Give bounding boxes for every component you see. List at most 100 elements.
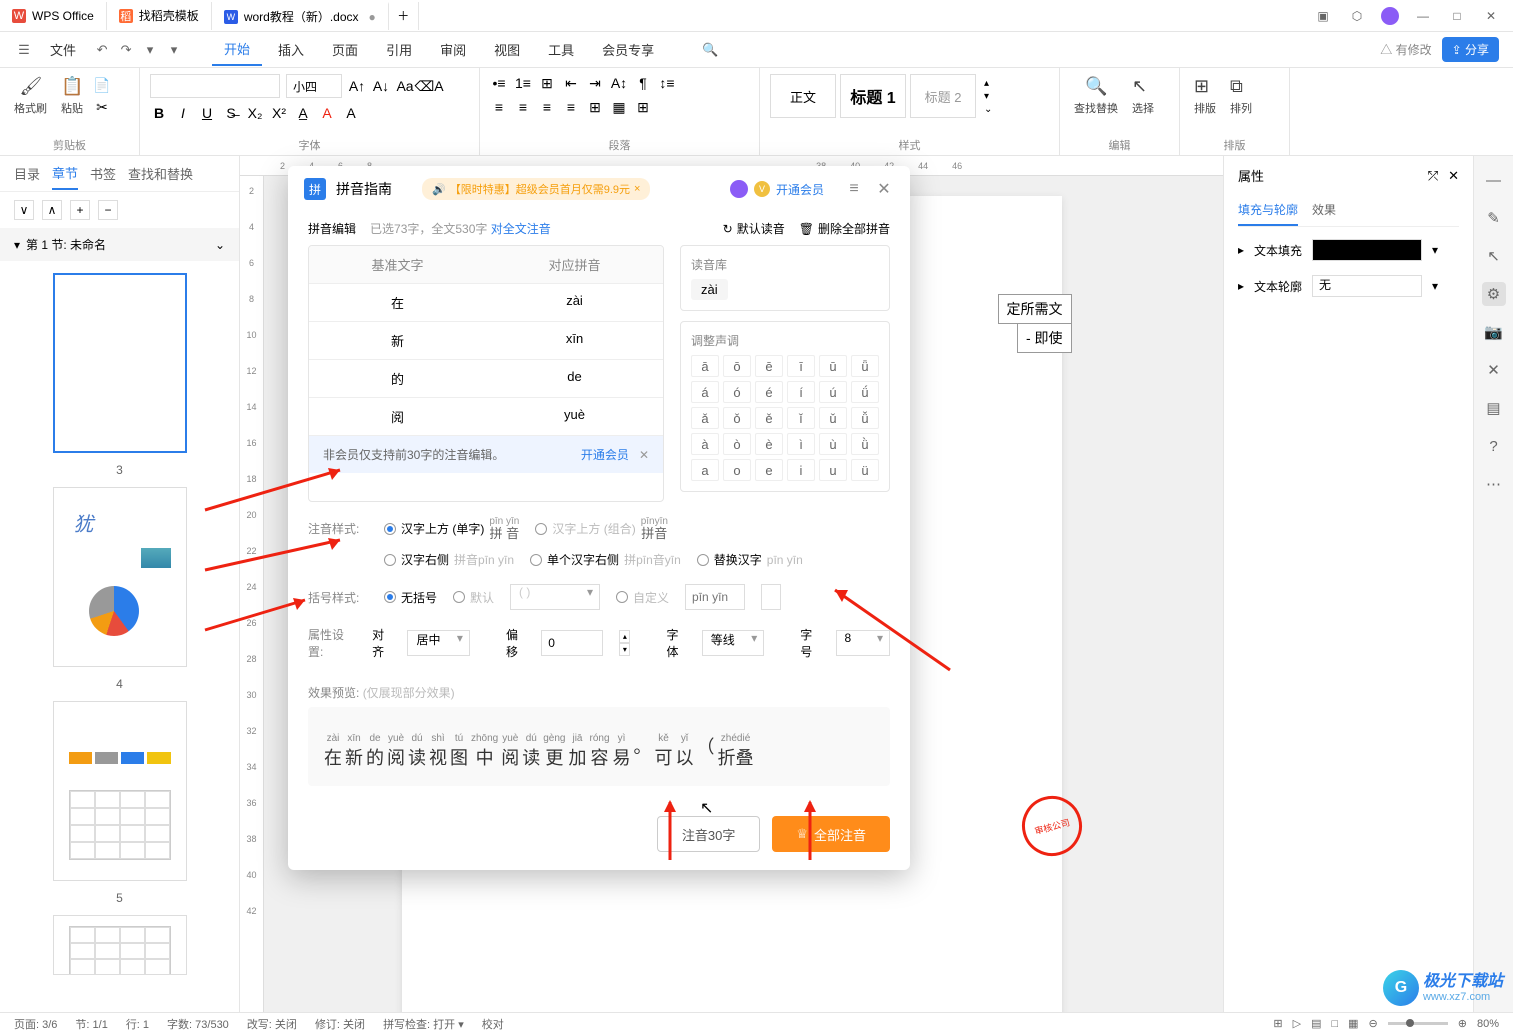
font-select[interactable]: 等线	[702, 630, 765, 656]
borders-button[interactable]: ⊞	[634, 98, 652, 116]
tone-cell[interactable]: ì	[787, 433, 815, 455]
font-size-select[interactable]	[286, 74, 342, 98]
undo-button[interactable]: ↶	[92, 40, 112, 60]
align-left-button[interactable]: ≡	[490, 98, 508, 116]
status-spell[interactable]: 拼写检查: 打开 ▾	[383, 1016, 464, 1032]
status-chars[interactable]: 字数: 73/530	[167, 1016, 229, 1032]
nav-next-button[interactable]: ∧	[42, 200, 62, 220]
align-right-button[interactable]: ≡	[538, 98, 556, 116]
annotate-30-button[interactable]: 注音30字	[657, 816, 760, 852]
view-mode-2[interactable]: ▷	[1293, 1017, 1301, 1030]
line-spacing-button[interactable]: ↕≡	[658, 74, 676, 92]
tone-cell[interactable]: ā	[691, 355, 719, 377]
status-line[interactable]: 行: 1	[126, 1016, 149, 1032]
tone-cell[interactable]: í	[787, 381, 815, 403]
tab-view[interactable]: 视图	[482, 34, 532, 65]
status-section[interactable]: 节: 1/1	[75, 1016, 107, 1032]
prop-tab-fill[interactable]: 填充与轮廓	[1238, 195, 1298, 226]
style-normal[interactable]: 正文	[770, 74, 836, 118]
page-thumb-6[interactable]	[53, 915, 187, 975]
tone-cell[interactable]: è	[755, 433, 783, 455]
status-page[interactable]: 页面: 3/6	[14, 1016, 57, 1032]
indent-decrease-button[interactable]: ⇤	[562, 74, 580, 92]
more-button[interactable]: ▾	[164, 40, 184, 60]
tab-review[interactable]: 审阅	[428, 34, 478, 65]
text-outline-select[interactable]: 无	[1312, 275, 1422, 297]
select-icon[interactable]: ↖	[1482, 244, 1506, 268]
view-mode-5[interactable]: ▦	[1348, 1017, 1358, 1030]
distribute-button[interactable]: ⊞	[586, 98, 604, 116]
sort-button[interactable]: A↕	[610, 74, 628, 92]
menu-icon[interactable]: ☰	[14, 40, 34, 60]
find-replace-button[interactable]: 🔍查找替换	[1070, 74, 1122, 118]
radio-custom-bracket[interactable]: 自定义	[616, 589, 669, 606]
radio-right[interactable]: 汉字右侧拼音pīn yīn	[384, 551, 514, 568]
view-mode-4[interactable]: □	[1331, 1018, 1338, 1030]
tone-cell[interactable]: ǘ	[851, 381, 879, 403]
pron-value[interactable]: zài	[691, 279, 728, 300]
dialog-close-button[interactable]: ✕	[874, 179, 894, 199]
prop-tab-effects[interactable]: 效果	[1312, 195, 1336, 226]
page-thumb-5[interactable]	[53, 701, 187, 881]
tools-icon[interactable]: ✕	[1482, 358, 1506, 382]
radio-above-single[interactable]: 汉字上方 (单字)pīn yīn拼 音	[384, 516, 519, 541]
tone-cell[interactable]: ō	[723, 355, 751, 377]
full-text-link[interactable]: 对全文注音	[491, 222, 551, 236]
radio-replace[interactable]: 替换汉字pīn yīn	[697, 551, 803, 568]
tone-cell[interactable]: ù	[819, 433, 847, 455]
nav-tab-bookmarks[interactable]: 书签	[90, 158, 116, 189]
tone-cell[interactable]: ǒ	[723, 407, 751, 429]
new-tab-button[interactable]: ＋	[389, 2, 419, 30]
dialog-menu-icon[interactable]: ≡	[844, 179, 864, 199]
show-marks-button[interactable]: ¶	[634, 74, 652, 92]
promo-banner[interactable]: 🔊 【限时特惠】超级会员首月仅需9.9元 ×	[422, 178, 650, 200]
avatar[interactable]	[1381, 7, 1399, 25]
notice-close[interactable]: ✕	[639, 448, 649, 462]
tone-cell[interactable]: ī	[787, 355, 815, 377]
tab-page[interactable]: 页面	[320, 34, 370, 65]
change-case-button[interactable]: Aa	[396, 77, 414, 95]
delete-all-button[interactable]: 🗑 删除全部拼音	[799, 220, 890, 237]
tab-insert[interactable]: 插入	[266, 34, 316, 65]
decrease-font-button[interactable]: A↓	[372, 77, 390, 95]
cut-button[interactable]: ✂	[93, 98, 111, 116]
superscript-button[interactable]: X²	[270, 104, 288, 122]
tone-cell[interactable]: ū	[819, 355, 847, 377]
edit-icon[interactable]: ✎	[1482, 206, 1506, 230]
collapse-icon[interactable]: —	[1482, 168, 1506, 192]
tab-home[interactable]: 开始	[212, 33, 262, 66]
tone-cell[interactable]: ǐ	[787, 407, 815, 429]
tone-cell[interactable]: á	[691, 381, 719, 403]
table-row[interactable]: 阅yuè	[309, 398, 663, 436]
tone-cell[interactable]: à	[691, 433, 719, 455]
strike-button[interactable]: S̶	[222, 104, 240, 122]
layers-icon[interactable]: ▤	[1482, 396, 1506, 420]
minimize-button[interactable]: —	[1413, 6, 1433, 26]
annotate-all-button[interactable]: ♕ 全部注音	[772, 816, 890, 852]
nav-remove-button[interactable]: −	[98, 200, 118, 220]
text-fill-color[interactable]	[1312, 239, 1422, 261]
tone-cell[interactable]: ǚ	[851, 407, 879, 429]
nav-add-button[interactable]: +	[70, 200, 90, 220]
tone-cell[interactable]: u	[819, 459, 847, 481]
more-icon[interactable]: ⋯	[1482, 472, 1506, 496]
bracket-left-input[interactable]	[685, 584, 745, 610]
tab-tools[interactable]: 工具	[536, 34, 586, 65]
paste-button[interactable]: 📋粘贴	[57, 74, 87, 118]
size-select[interactable]: 8	[836, 630, 890, 656]
table-row[interactable]: 新xīn	[309, 322, 663, 360]
bullets-button[interactable]: •≡	[490, 74, 508, 92]
underline-button[interactable]: U	[198, 104, 216, 122]
notice-vip-link[interactable]: 开通会员	[581, 448, 629, 462]
help-icon[interactable]: ?	[1482, 434, 1506, 458]
zoom-in[interactable]: ⊕	[1458, 1017, 1467, 1030]
highlight-button[interactable]: A̲	[294, 104, 312, 122]
zoom-out[interactable]: ⊖	[1369, 1017, 1378, 1030]
align-center-button[interactable]: ≡	[514, 98, 532, 116]
tone-cell[interactable]: a	[691, 459, 719, 481]
page-thumb-3[interactable]	[53, 273, 187, 453]
vertical-ruler[interactable]: 24681012141618202224262830323436384042	[240, 176, 264, 1012]
justify-button[interactable]: ≡	[562, 98, 580, 116]
close-button[interactable]: ✕	[1481, 6, 1501, 26]
radio-single-right[interactable]: 单个汉字右侧拼pīn音yīn	[530, 551, 681, 568]
